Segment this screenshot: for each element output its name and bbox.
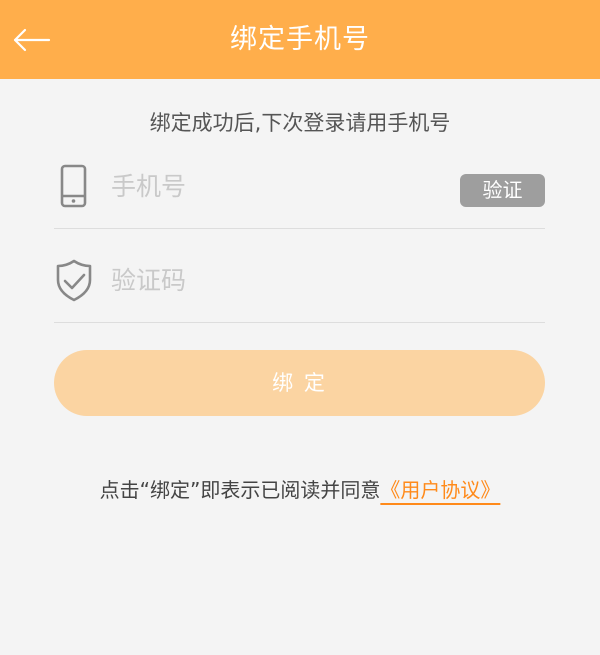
subtitle-text: 绑定成功后,下次登录请用手机号: [149, 111, 451, 135]
page-title: 绑定手机号: [230, 24, 370, 55]
agreement-line: 点击“绑定”即表示已阅读并同意《用户协议》: [0, 474, 600, 503]
shield-check-icon: [56, 259, 92, 302]
agreement-text: 点击“绑定”即表示已阅读并同意: [99, 478, 381, 502]
code-input[interactable]: [111, 256, 441, 304]
phone-input[interactable]: [111, 162, 441, 210]
divider: [54, 228, 545, 229]
phone-icon: [60, 164, 87, 208]
user-agreement-link[interactable]: 《用户协议》: [380, 478, 500, 502]
bind-button[interactable]: 绑 定: [54, 350, 545, 416]
divider: [54, 322, 545, 323]
verify-button[interactable]: 验证: [460, 174, 545, 207]
header-bar: 绑定手机号: [0, 0, 600, 79]
code-row: [54, 246, 545, 316]
